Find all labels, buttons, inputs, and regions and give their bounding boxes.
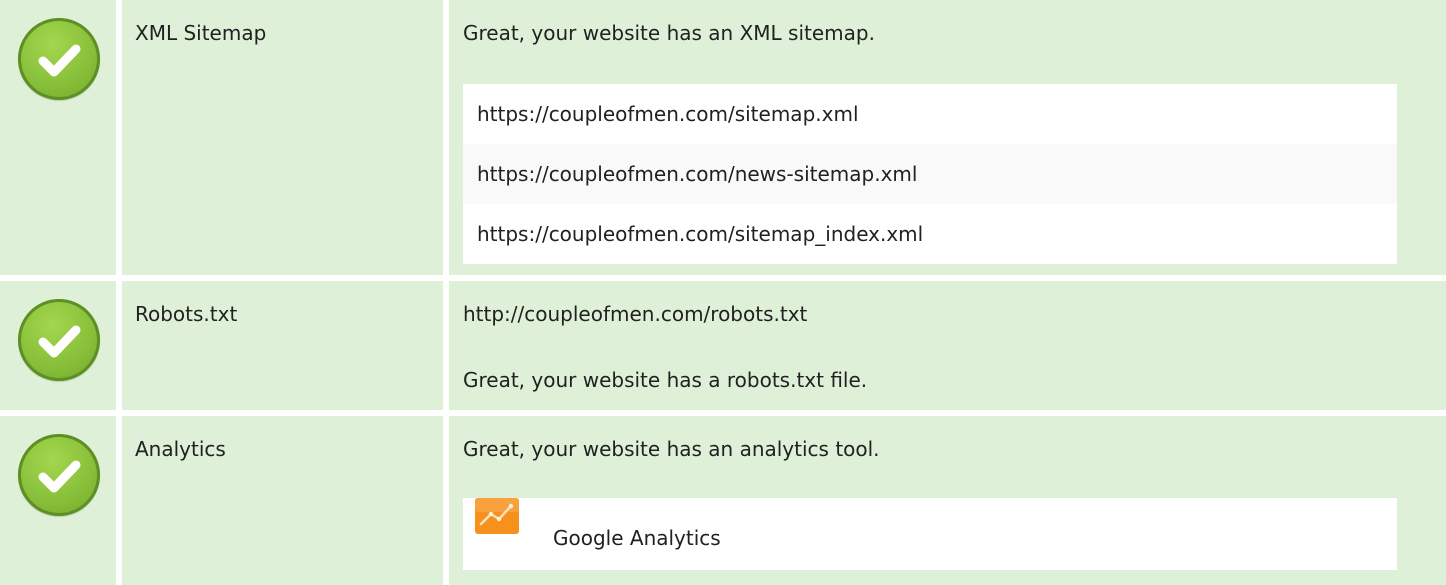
- status-message: Great, your website has a robots.txt fil…: [463, 368, 868, 392]
- status-cell: [0, 416, 116, 585]
- label-cell: Robots.txt: [122, 281, 443, 410]
- analytics-tool-name: Google Analytics: [553, 526, 721, 550]
- seo-report: XML Sitemap Great, your website has an X…: [0, 0, 1446, 585]
- status-cell: [0, 281, 116, 410]
- label-cell: XML Sitemap: [122, 0, 443, 275]
- check-icon: [18, 299, 100, 381]
- label-cell: Analytics: [122, 416, 443, 585]
- status-message: Great, your website has an analytics too…: [463, 437, 880, 461]
- check-icon: [18, 18, 100, 100]
- content-cell: Great, your website has an XML sitemap. …: [449, 0, 1446, 275]
- google-analytics-icon: [475, 498, 519, 534]
- check-icon: [18, 434, 100, 516]
- xml-sitemap-row: XML Sitemap Great, your website has an X…: [0, 0, 1446, 275]
- content-cell: Great, your website has an analytics too…: [449, 416, 1446, 585]
- status-message: Great, your website has an XML sitemap.: [463, 21, 875, 45]
- robots-txt-row: Robots.txt http://coupleofmen.com/robots…: [0, 281, 1446, 410]
- content-cell: http://coupleofmen.com/robots.txt Great,…: [449, 281, 1446, 410]
- analytics-tool-item: Google Analytics: [463, 498, 1397, 570]
- sitemap-url[interactable]: https://coupleofmen.com/sitemap.xml: [463, 84, 1397, 144]
- section-title: Robots.txt: [135, 302, 238, 326]
- robots-url[interactable]: http://coupleofmen.com/robots.txt: [463, 300, 807, 328]
- analytics-row: Analytics Great, your website has an ana…: [0, 416, 1446, 585]
- section-title: XML Sitemap: [135, 21, 267, 45]
- sitemap-url[interactable]: https://coupleofmen.com/news-sitemap.xml: [463, 144, 1397, 204]
- status-cell: [0, 0, 116, 275]
- section-title: Analytics: [135, 437, 226, 461]
- sitemap-list: https://coupleofmen.com/sitemap.xml http…: [463, 84, 1397, 264]
- sitemap-url[interactable]: https://coupleofmen.com/sitemap_index.xm…: [463, 204, 1397, 264]
